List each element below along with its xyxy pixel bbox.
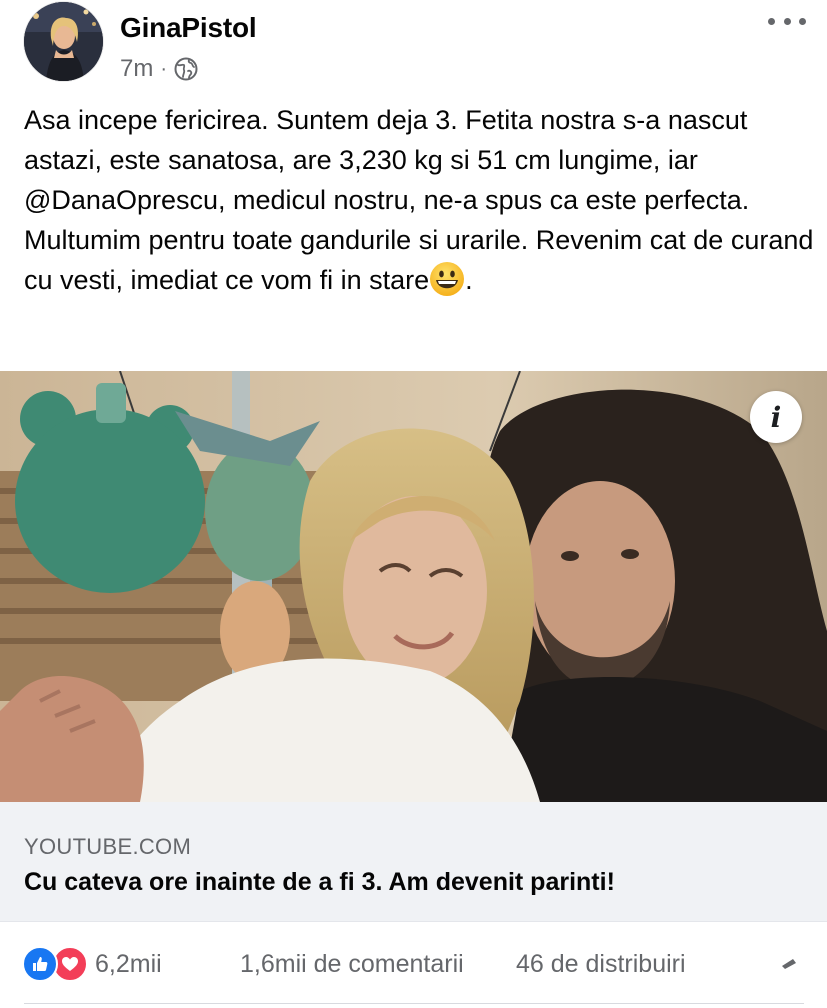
caret-icon[interactable]: [780, 957, 798, 971]
post-paragraph-2-text: Multumim pentru toate gandurile si urari…: [24, 225, 814, 295]
reactions-summary[interactable]: 6,2mii: [22, 946, 162, 982]
avatar[interactable]: [24, 2, 103, 81]
link-preview-card[interactable]: YOUTUBE.COM Cu cateva ore inainte de a f…: [0, 802, 827, 922]
like-icon: [22, 946, 58, 982]
author-name[interactable]: GinaPistol: [120, 12, 257, 44]
post-time[interactable]: 7m: [120, 55, 153, 83]
link-title[interactable]: Cu cateva ore inainte de a fi 3. Am deve…: [24, 868, 615, 897]
post-meta: 7m ·: [120, 54, 198, 84]
grinning-face-emoji: [430, 262, 465, 296]
post-header: GinaPistol 7m ·: [0, 0, 827, 95]
post-paragraph-2: Multumim pentru toate gandurile si urari…: [24, 220, 814, 300]
link-domain: YOUTUBE.COM: [24, 834, 192, 859]
more-options-button[interactable]: [768, 10, 806, 32]
post-text-end: .: [465, 265, 473, 295]
more-horizontal-icon: [768, 17, 775, 25]
post-paragraph-1: Asa incepe fericirea. Suntem deja 3. Fet…: [24, 105, 750, 215]
video-thumbnail-image: [0, 371, 827, 802]
meta-separator: ·: [160, 57, 168, 80]
post-text: Asa incepe fericirea. Suntem deja 3. Fet…: [24, 100, 814, 300]
globe-icon: [174, 57, 198, 81]
divider: [24, 1003, 804, 1004]
shares-count[interactable]: 46 de distribuiri: [516, 950, 686, 979]
video-thumbnail[interactable]: [0, 371, 827, 802]
post-stats-bar: 6,2mii 1,6mii de comentarii 46 de distri…: [0, 921, 827, 1008]
reactions-count: 6,2mii: [95, 949, 162, 978]
info-icon[interactable]: i: [750, 391, 802, 443]
comments-count[interactable]: 1,6mii de comentarii: [240, 950, 464, 979]
